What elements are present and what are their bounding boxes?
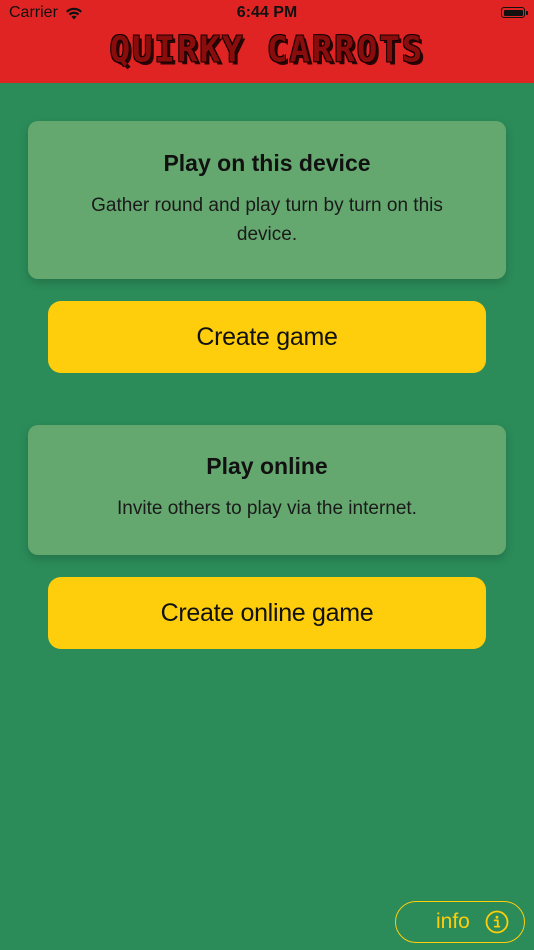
create-game-button[interactable]: Create game: [48, 301, 486, 373]
local-play-card: Play on this device Gather round and pla…: [28, 121, 506, 279]
local-play-heading: Play on this device: [163, 150, 371, 176]
app-title: QUIRKY CARROTS: [109, 29, 425, 71]
app-screen: Carrier 6:44 PM QUIRKY CARROTS Play on t…: [0, 0, 534, 950]
online-play-card: Play online Invite others to play via th…: [28, 425, 506, 555]
info-button-label: info: [436, 910, 470, 933]
info-button[interactable]: info: [395, 901, 525, 943]
status-time: 6:44 PM: [236, 4, 298, 21]
battery-icon: [501, 7, 528, 18]
online-play-heading: Play online: [206, 453, 328, 479]
header-bar: Carrier 6:44 PM QUIRKY CARROTS: [0, 0, 534, 83]
online-play-description: Invite others to play via the internet.: [117, 498, 417, 519]
local-play-description: Gather round and play turn by turn on th…: [91, 195, 443, 245]
create-online-game-button[interactable]: Create online game: [48, 577, 486, 649]
info-circle-icon: [485, 910, 509, 934]
